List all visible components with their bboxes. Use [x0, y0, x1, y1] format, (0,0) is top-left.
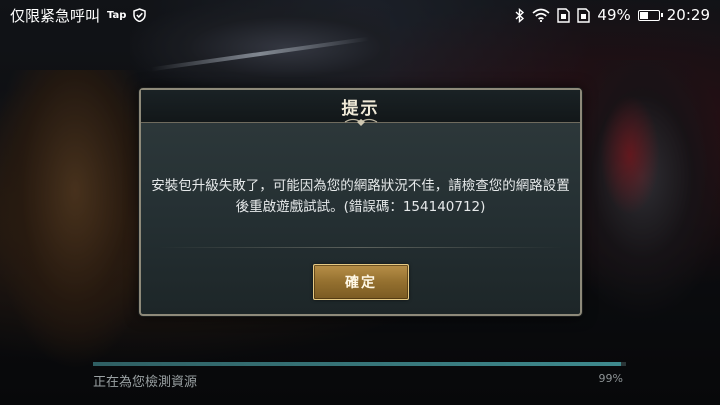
loading-status-text: 正在為您檢測資源	[93, 375, 198, 390]
status-time: 20:29	[666, 6, 710, 24]
dialog-message: 安裝包升級失敗了，可能因為您的網路狀況不佳，請檢查您的網路設置後重啟遊戲試試。(…	[151, 178, 570, 215]
battery-icon	[637, 9, 663, 21]
sim-card-icon	[577, 7, 591, 23]
status-bar-left: 仅限紧急呼叫 Tap	[10, 5, 147, 26]
shield-check-icon	[133, 8, 147, 22]
game-screen: 仅限紧急呼叫 Tap 49% 20:29 提示 安裝包升級失敗了，可能因為您的網…	[0, 0, 720, 405]
tap-label: Tap	[107, 9, 127, 21]
notification-text: 仅限紧急呼叫	[10, 6, 101, 25]
wifi-icon	[532, 8, 550, 22]
status-bar-right: 49% 20:29	[515, 6, 710, 24]
loading-progress-bar	[93, 362, 626, 366]
confirm-button[interactable]: 確定	[313, 264, 409, 300]
dialog-title: 提示	[341, 98, 380, 119]
error-dialog: 提示 安裝包升級失敗了，可能因為您的網路狀況不佳，請檢查您的網路設置後重啟遊戲試…	[139, 88, 582, 316]
loading-progress-fill	[93, 362, 621, 366]
sim-card-icon	[557, 7, 571, 23]
header-ornament-icon	[344, 118, 377, 126]
loading-percent: 99%	[598, 372, 623, 385]
status-bar: 仅限紧急呼叫 Tap 49% 20:29	[0, 0, 720, 30]
battery-percent: 49%	[597, 6, 631, 24]
dialog-divider	[159, 247, 562, 248]
bluetooth-icon	[515, 7, 525, 23]
battery-level-fill	[639, 11, 649, 19]
